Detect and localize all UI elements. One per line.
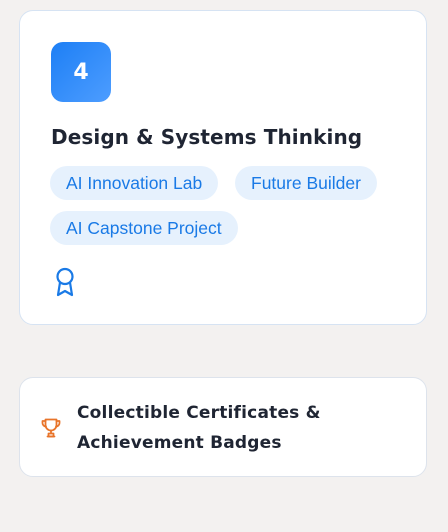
trophy-icon — [41, 418, 61, 438]
feature-card: Collectible Certificates & Achievement B… — [19, 377, 427, 477]
award-ribbon-icon — [56, 267, 74, 297]
feature-text: Collectible Certificates & Achievement B… — [77, 403, 321, 453]
step-number: 4 — [73, 59, 89, 85]
tag-ai-capstone-project[interactable]: AI Capstone Project — [50, 211, 238, 245]
step-number-badge: 4 — [51, 42, 111, 102]
step-title: Design & Systems Thinking — [51, 125, 363, 149]
learning-step-card: 4 Design & Systems Thinking AI Innovatio… — [19, 10, 427, 325]
tag-future-builder[interactable]: Future Builder — [235, 166, 377, 200]
tag-ai-innovation-lab[interactable]: AI Innovation Lab — [50, 166, 219, 200]
